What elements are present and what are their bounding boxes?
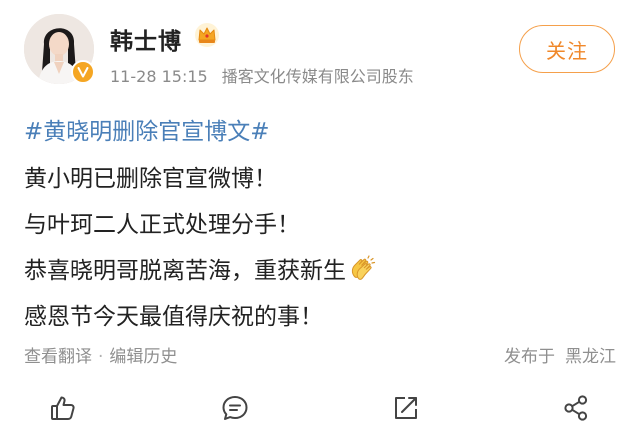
hashtag-link[interactable]: #黄晓明删除官宣博文#	[24, 112, 270, 146]
post-time: 11-28 15:15	[110, 67, 208, 86]
comment-button[interactable]	[219, 392, 251, 424]
edit-history-link[interactable]: 编辑历史	[109, 347, 177, 367]
post-text-line: 与叶珂二人正式处理分手！	[24, 212, 300, 238]
location-prefix: 发布于	[504, 347, 555, 367]
post-location: 发布于 黑龙江	[504, 342, 616, 367]
post-text-line: 黄小明已删除官宣微博！	[24, 166, 277, 192]
comment-icon	[222, 396, 248, 420]
weibo-post: 韩士博 11-28 15:15 播客文化传媒有限公司股东 关注 #黄晓明删除官宣博…	[0, 0, 640, 431]
author-source: 播客文化传媒有限公司股东	[221, 67, 414, 86]
share-icon	[564, 395, 588, 421]
post-text-line: 恭喜晓明哥脱离苦海，重获新生	[24, 258, 346, 284]
like-button[interactable]	[47, 392, 79, 424]
separator: ·	[98, 347, 104, 367]
location-name: 黑龙江	[565, 347, 616, 367]
like-icon	[51, 396, 75, 420]
verified-badge	[71, 60, 95, 84]
share-button[interactable]	[560, 392, 592, 424]
follow-button[interactable]: 关注	[519, 25, 615, 73]
crown-icon[interactable]	[194, 22, 220, 48]
post-tools: 查看翻译 · 编辑历史	[24, 342, 177, 367]
post-text-line-with-emoji: 恭喜晓明哥脱离苦海，重获新生	[24, 251, 376, 285]
post-text-line: 感恩节今天最值得庆祝的事！	[24, 304, 323, 330]
clapping-hands-icon	[351, 255, 376, 280]
author-name[interactable]: 韩士博	[110, 22, 182, 56]
repost-button[interactable]	[390, 392, 422, 424]
repost-icon	[395, 397, 417, 419]
verified-v-icon	[77, 67, 89, 78]
post-meta: 11-28 15:15 播客文化传媒有限公司股东	[110, 63, 414, 87]
translate-link[interactable]: 查看翻译	[24, 347, 92, 367]
